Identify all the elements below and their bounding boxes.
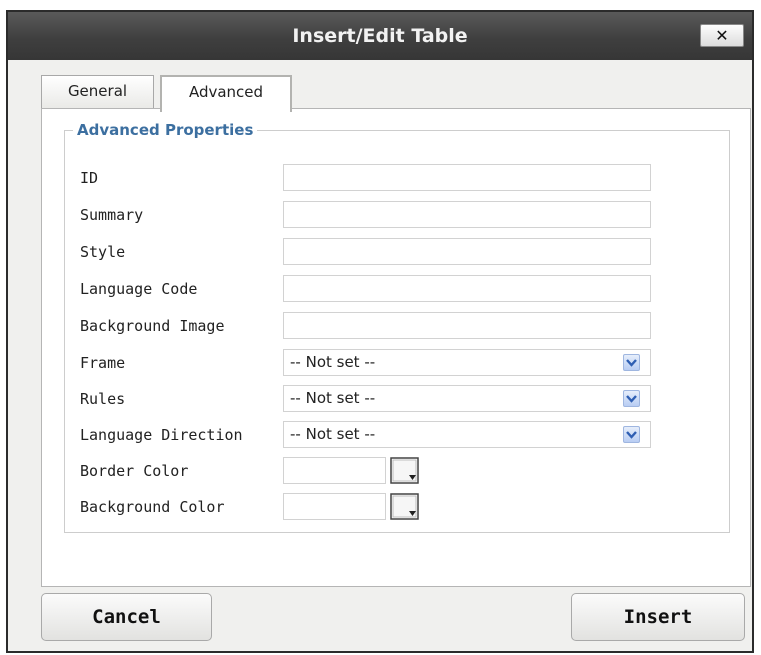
style-label: Style xyxy=(80,243,126,261)
dialog-title: Insert/Edit Table xyxy=(292,25,468,47)
color-picker-icon[interactable] xyxy=(390,457,419,484)
close-icon: ✕ xyxy=(715,26,729,45)
style-input[interactable] xyxy=(283,238,651,265)
chevron-down-icon[interactable] xyxy=(623,390,640,407)
insert-edit-table-dialog: Insert/Edit Table ✕ General Advanced Adv… xyxy=(6,10,754,653)
advanced-properties-legend: Advanced Properties xyxy=(73,118,258,142)
insert-button[interactable]: Insert xyxy=(571,593,745,641)
frame-select-value: -- Not set -- xyxy=(290,353,376,371)
language-direction-label: Language Direction xyxy=(80,426,243,444)
rules-label: Rules xyxy=(80,390,126,408)
tab-general[interactable]: General xyxy=(41,75,154,109)
background-image-input[interactable] xyxy=(283,312,651,339)
border-color-label: Border Color xyxy=(80,462,189,480)
rules-select-value: -- Not set -- xyxy=(290,389,376,407)
advanced-tab-panel: Advanced Properties ID Summary Style Lan… xyxy=(41,108,751,587)
border-color-input[interactable] xyxy=(283,457,386,484)
background-color-label: Background Color xyxy=(80,498,225,516)
language-direction-select[interactable]: -- Not set -- xyxy=(283,421,651,448)
color-picker-icon[interactable] xyxy=(390,493,419,520)
language-direction-select-value: -- Not set -- xyxy=(290,425,376,443)
language-code-input[interactable] xyxy=(283,275,651,302)
summary-input[interactable] xyxy=(283,201,651,228)
chevron-down-icon[interactable] xyxy=(623,354,640,371)
background-image-label: Background Image xyxy=(80,317,225,335)
chevron-down-icon[interactable] xyxy=(623,426,640,443)
cancel-button[interactable]: Cancel xyxy=(41,593,212,641)
id-label: ID xyxy=(80,169,99,187)
tab-advanced[interactable]: Advanced xyxy=(160,75,292,112)
id-input[interactable] xyxy=(283,164,651,191)
dialog-title-bar[interactable]: Insert/Edit Table xyxy=(8,12,752,60)
rules-select[interactable]: -- Not set -- xyxy=(283,385,651,412)
summary-label: Summary xyxy=(80,206,144,224)
close-button[interactable]: ✕ xyxy=(700,24,744,47)
frame-label: Frame xyxy=(80,354,126,372)
frame-select[interactable]: -- Not set -- xyxy=(283,349,651,376)
background-color-input[interactable] xyxy=(283,493,386,520)
language-code-label: Language Code xyxy=(80,280,198,298)
